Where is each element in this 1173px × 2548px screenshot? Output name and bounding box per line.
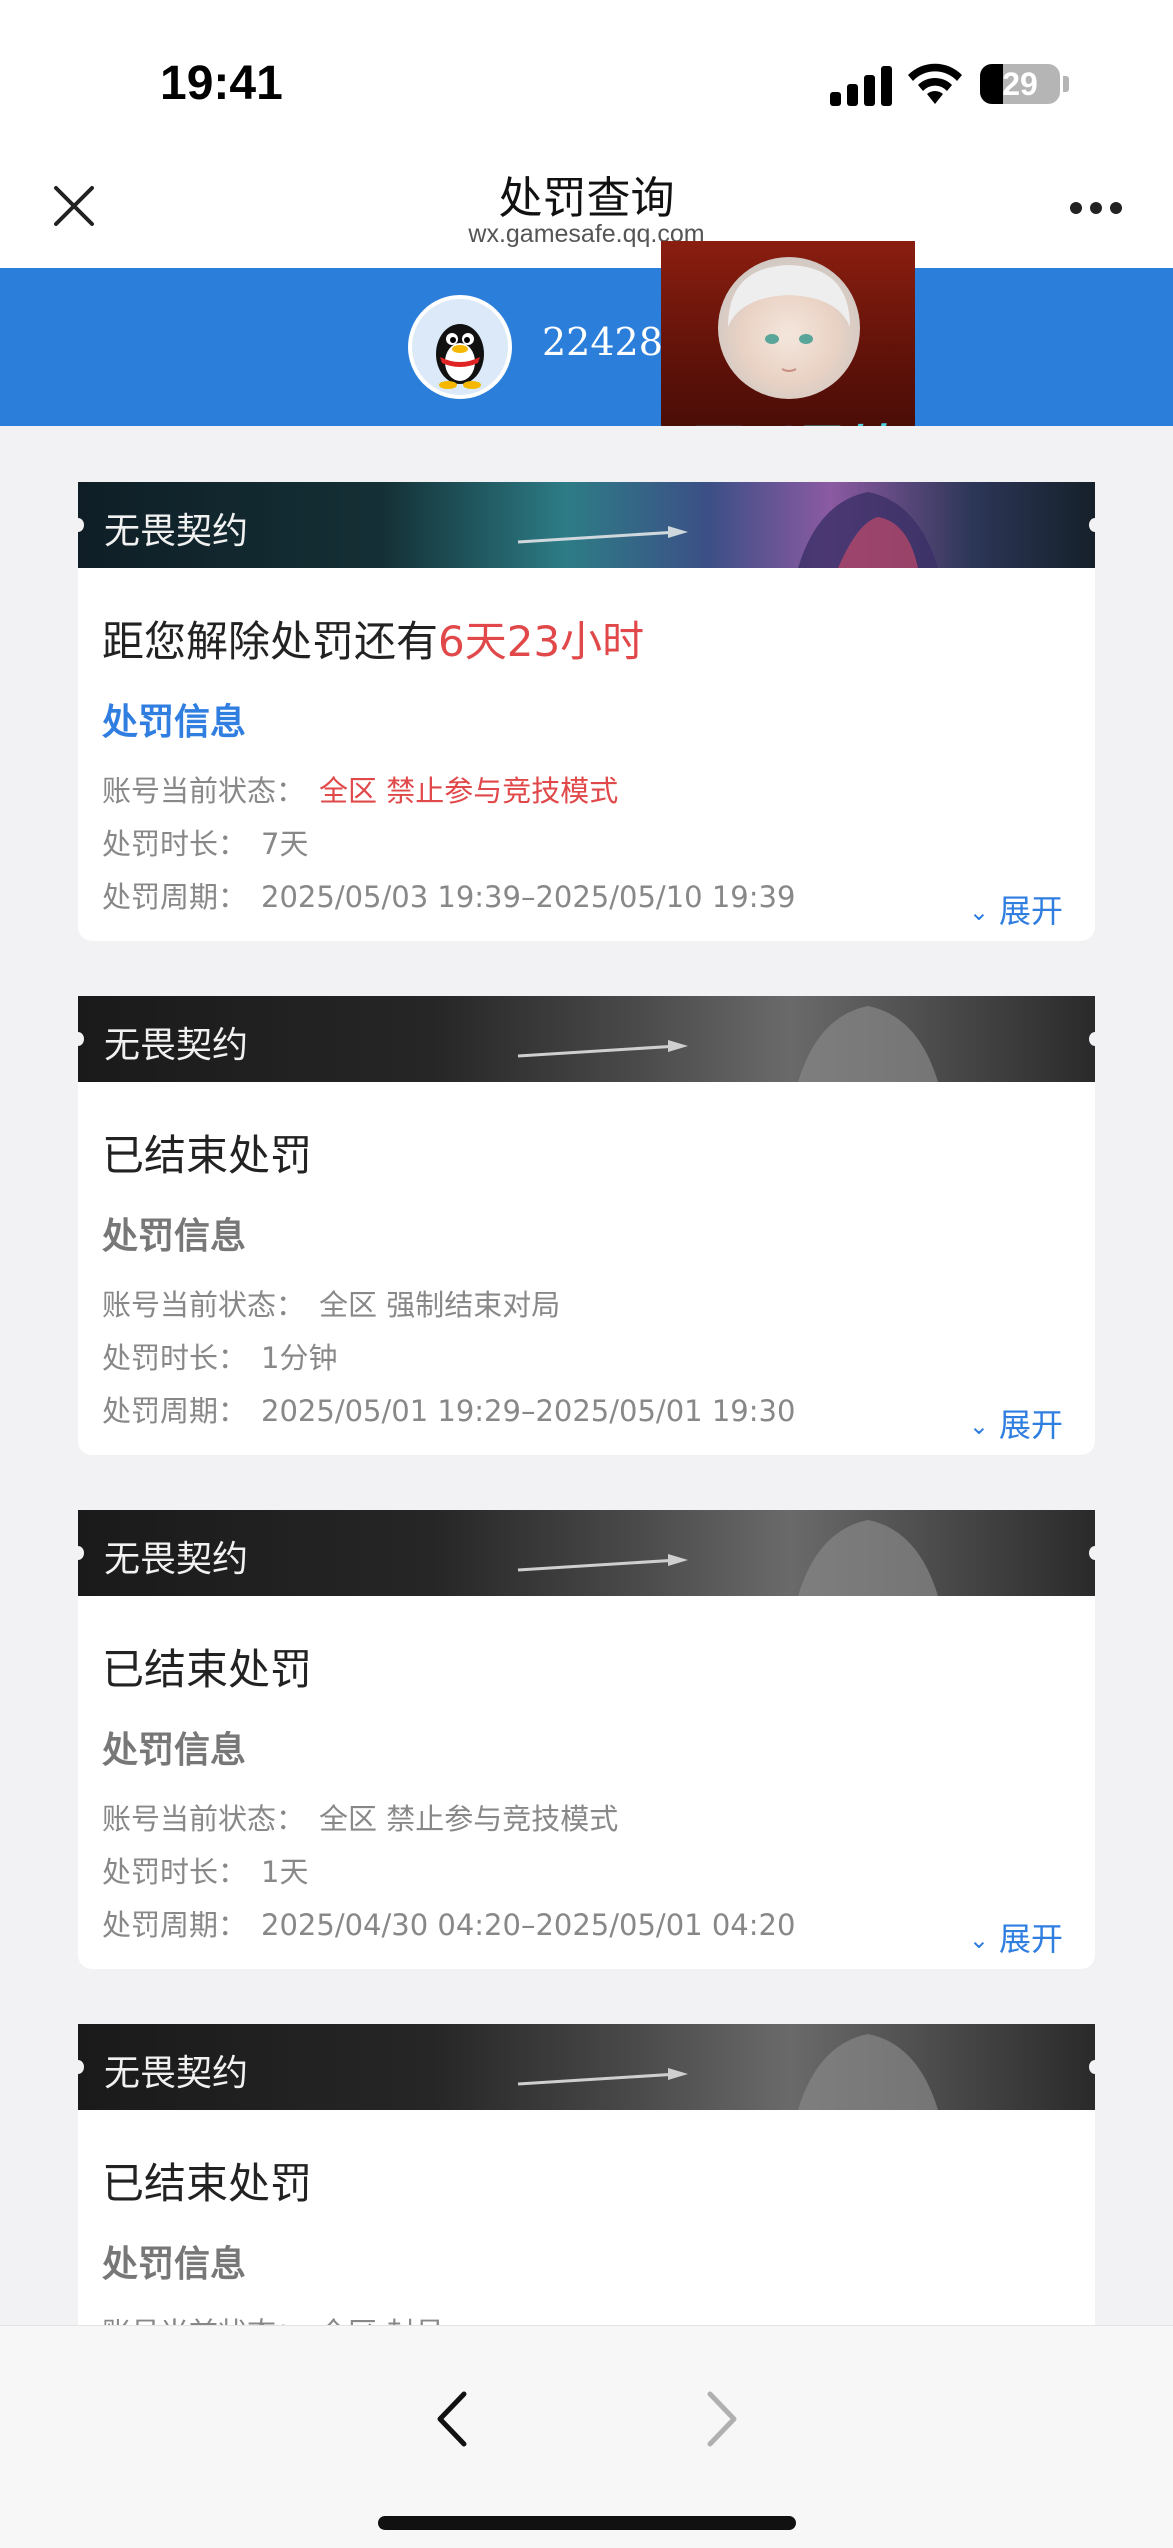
card-banner: 无畏契约 <box>78 482 1095 568</box>
expand-button[interactable]: ⌄ 展开 <box>969 1400 1063 1446</box>
card-body: 已结束处罚 处罚信息 账号当前状态： 全区 禁止参与竞技模式 处罚时长： 1天 处罚… <box>78 1596 1095 1969</box>
banner-art <box>517 1520 938 1596</box>
status-row: 账号当前状态： 全区 禁止参与竞技模式 <box>102 768 618 810</box>
status-value: 全区 禁止参与竞技模式 <box>319 774 619 808</box>
more-options-icon[interactable] <box>1070 202 1122 216</box>
section-title: 处罚信息 <box>102 2244 247 2285</box>
period-value: 2025/04/30 04:20–2025/05/01 04:20 <box>261 1908 796 1942</box>
section-title: 处罚信息 <box>102 702 247 743</box>
duration-row: 处罚时长： 1天 <box>102 1849 308 1891</box>
duration-label: 处罚时长： <box>102 827 248 861</box>
chevron-double-down-icon: ⌄ <box>968 898 989 926</box>
card-banner: 无畏契约 <box>78 2024 1095 2110</box>
forward-arrow-icon[interactable] <box>700 2386 744 2452</box>
duration-label: 处罚时长： <box>102 1855 248 1889</box>
expand-label: 展开 <box>998 892 1063 930</box>
user-header: 224284 <box>0 268 1173 426</box>
page-title: 处罚查询 <box>498 173 675 224</box>
period-row: 处罚周期： 2025/05/03 19:39–2025/05/10 19:39 <box>102 874 795 916</box>
game-name: 无畏契约 <box>104 1539 249 1580</box>
period-value: 2025/05/03 19:39–2025/05/10 19:39 <box>261 880 796 914</box>
game-name: 无畏契约 <box>104 1025 249 1066</box>
home-indicator <box>378 2516 796 2530</box>
cellular-signal-icon <box>830 66 892 106</box>
section-title: 处罚信息 <box>102 1730 247 1771</box>
battery-percent: 29 <box>1002 66 1038 102</box>
qq-penguin-avatar <box>408 295 512 399</box>
status-row: 账号当前状态： 全区 强制结束对局 <box>102 1282 560 1324</box>
banner-art <box>517 1006 938 1082</box>
expand-button[interactable]: ⌄ 展开 <box>969 886 1063 932</box>
penalty-card: 无畏契约 距您解除处罚还有6天23小时 处罚信息 账号当前状态： 全区 禁止参与竞… <box>78 482 1095 941</box>
status-label: 账号当前状态： <box>102 2316 305 2325</box>
card-body: 距您解除处罚还有6天23小时 处罚信息 账号当前状态： 全区 禁止参与竞技模式 处… <box>78 568 1095 941</box>
countdown-headline: 距您解除处罚还有6天23小时 <box>102 608 644 669</box>
nav-bar: 处罚查询 wx.gamesafe.qq.com <box>0 150 1173 268</box>
duration-value: 1天 <box>261 1855 309 1889</box>
period-label: 处罚周期： <box>102 880 248 914</box>
duration-row: 处罚时长： 1分钟 <box>102 1335 337 1377</box>
card-headline: 已结束处罚 <box>102 1131 313 1180</box>
duration-value: 7天 <box>261 827 309 861</box>
card-body: 已结束处罚 处罚信息 账号当前状态： 全区 强制结束对局 处罚时长： 1分钟 处罚周… <box>78 1082 1095 1455</box>
status-value: 全区 封号 <box>319 2316 444 2325</box>
banner-art <box>517 492 938 568</box>
period-label: 处罚周期： <box>102 1394 248 1428</box>
wifi-icon <box>908 63 962 104</box>
card-headline: 已结束处罚 <box>102 2159 313 2208</box>
period-value: 2025/05/01 19:29–2025/05/01 19:30 <box>261 1394 796 1428</box>
duration-label: 处罚时长： <box>102 1341 248 1375</box>
status-value: 全区 禁止参与竞技模式 <box>319 1802 619 1836</box>
duration-value: 1分钟 <box>261 1341 338 1375</box>
expand-label: 展开 <box>998 1406 1063 1444</box>
browser-toolbar <box>0 2325 1173 2548</box>
expand-button[interactable]: ⌄ 展开 <box>969 1914 1063 1960</box>
chevron-double-down-icon: ⌄ <box>968 1926 989 1954</box>
period-row: 处罚周期： 2025/04/30 04:20–2025/05/01 04:20 <box>102 1902 795 1944</box>
game-name: 无畏契约 <box>104 2053 249 2094</box>
duration-row: 处罚时长： 7天 <box>102 821 308 863</box>
back-arrow-icon[interactable] <box>430 2386 474 2452</box>
status-value: 全区 强制结束对局 <box>319 1288 561 1322</box>
card-banner: 无畏契约 <box>78 1510 1095 1596</box>
period-label: 处罚周期： <box>102 1908 248 1942</box>
battery-tip <box>1063 76 1069 92</box>
status-row: 账号当前状态： 全区 封号 <box>102 2310 444 2325</box>
anime-avatar-icon <box>718 257 860 399</box>
battery-icon: 29 <box>980 64 1060 104</box>
page-url: wx.gamesafe.qq.com <box>468 220 705 248</box>
status-label: 账号当前状态： <box>102 1288 306 1322</box>
game-name: 无畏契约 <box>104 511 249 552</box>
section-title: 处罚信息 <box>102 1216 247 1257</box>
period-row: 处罚周期： 2025/05/01 19:29–2025/05/01 19:30 <box>102 1388 795 1430</box>
status-label: 账号当前状态： <box>102 1802 306 1836</box>
status-row: 账号当前状态： 全区 禁止参与竞技模式 <box>102 1796 618 1838</box>
card-body: 已结束处罚 处罚信息 账号当前状态： 全区 封号 <box>78 2110 1095 2325</box>
content-gap <box>0 426 1173 482</box>
card-headline: 已结束处罚 <box>102 1645 313 1694</box>
penalty-card: 无畏契约 已结束处罚 处罚信息 账号当前状态： 全区 封号 <box>78 2024 1095 2325</box>
card-banner: 无畏契约 <box>78 996 1095 1082</box>
status-time: 19:41 <box>160 57 283 110</box>
status-bar: 19:41 29 <box>0 0 1173 150</box>
status-label: 账号当前状态： <box>102 774 306 808</box>
banner-art <box>517 2034 938 2110</box>
countdown-remaining: 6天23小时 <box>438 617 645 666</box>
chevron-double-down-icon: ⌄ <box>968 1412 989 1440</box>
penalty-card: 无畏契约 已结束处罚 处罚信息 账号当前状态： 全区 强制结束对局 处罚时长： 1分… <box>78 996 1095 1455</box>
countdown-prefix: 距您解除处罚还有 <box>102 617 439 666</box>
penalty-card: 无畏契约 已结束处罚 处罚信息 账号当前状态： 全区 禁止参与竞技模式 处罚时长：… <box>78 1510 1095 1969</box>
expand-label: 展开 <box>998 1920 1063 1958</box>
